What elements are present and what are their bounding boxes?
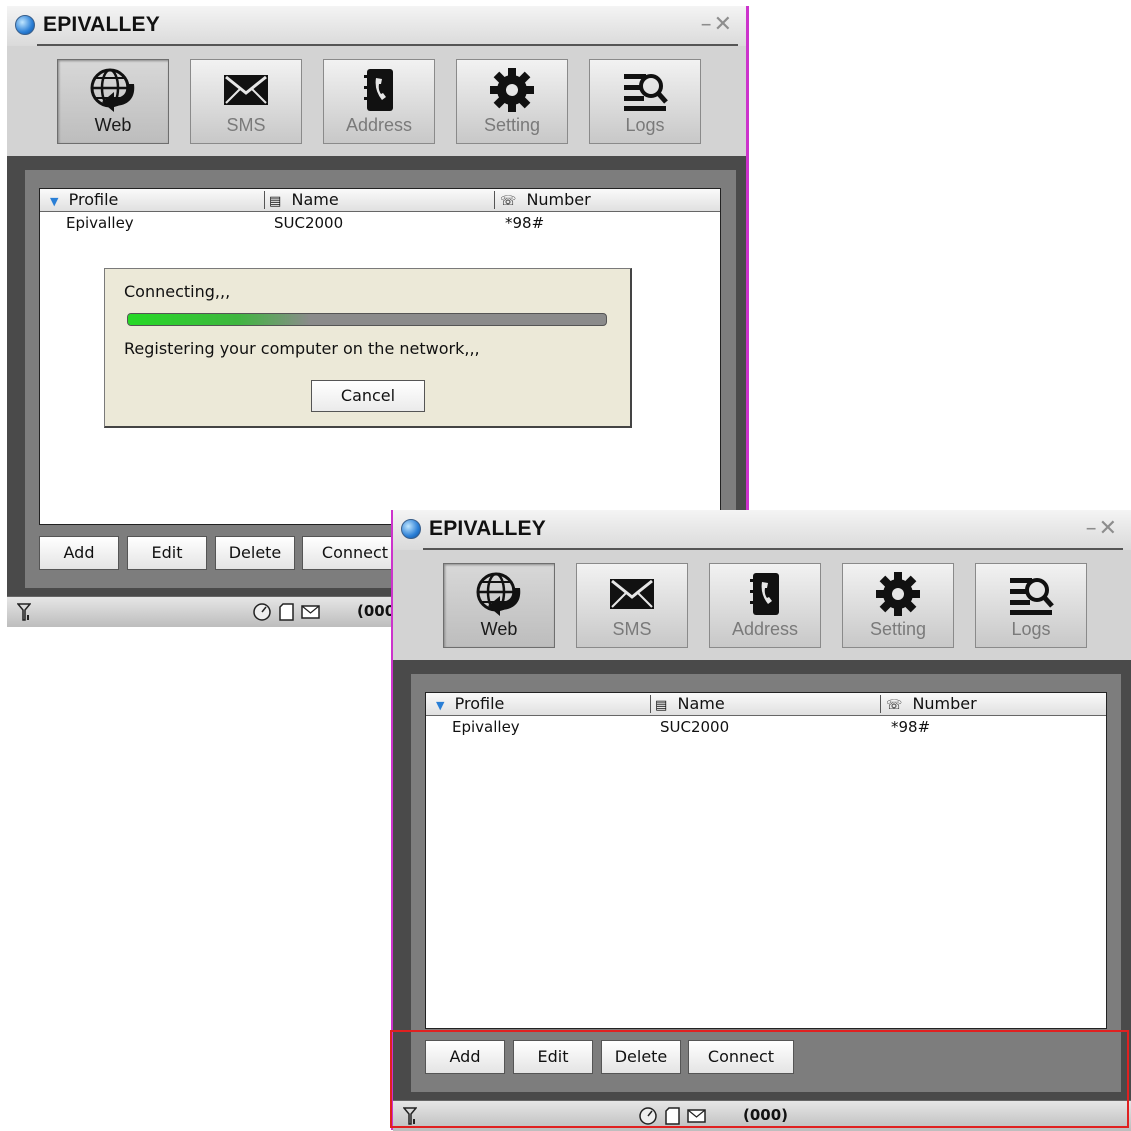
toolbar-address-label: Address <box>731 619 799 639</box>
sort-down-icon: ▼ <box>50 195 59 208</box>
app-globe-icon <box>15 15 35 35</box>
progress-fill <box>128 314 310 325</box>
speed-gauge-icon <box>253 603 271 621</box>
app-title: EPIVALLEY <box>429 517 546 540</box>
number-column-header[interactable]: ☏ Number <box>500 189 591 210</box>
app-globe-icon <box>401 519 421 539</box>
toolbar-setting-label: Setting <box>483 115 541 135</box>
profile-column-header[interactable]: ▼ Profile <box>50 189 118 210</box>
name-column-header[interactable]: ▤ Name <box>269 189 339 210</box>
connection-progress-bar <box>127 313 607 326</box>
toolbar-sms-button[interactable]: SMS <box>576 563 688 648</box>
toolbar-sms-label: SMS <box>612 619 652 639</box>
sim-card-icon <box>279 603 294 621</box>
window-controls[interactable]: –✕ <box>1086 516 1119 541</box>
globe-arrow-icon <box>90 68 135 112</box>
toolbar-setting-button[interactable]: Setting <box>456 59 568 144</box>
title-bar[interactable]: EPIVALLEY –✕ <box>393 510 1131 550</box>
profile-column-header[interactable]: ▼ Profile <box>436 693 504 714</box>
number-cell: *98# <box>891 718 931 736</box>
list-header: ▼ Profile ▤ Name ☏ Number <box>426 693 1106 716</box>
toolbar-setting-button[interactable]: Setting <box>842 563 954 648</box>
card-icon: ▤ <box>269 194 282 209</box>
cancel-button[interactable]: Cancel <box>311 380 425 412</box>
logs-magnifier-icon <box>1010 578 1054 615</box>
profile-cell: Epivalley <box>452 718 520 736</box>
column-separator <box>494 191 495 209</box>
status-icons <box>253 603 320 621</box>
gear-icon <box>490 68 534 112</box>
add-button[interactable]: Add <box>39 536 119 570</box>
globe-arrow-icon <box>476 572 521 616</box>
column-separator <box>880 695 881 713</box>
envelope-icon <box>610 579 654 609</box>
mail-icon <box>301 605 320 619</box>
message-count: (000 <box>357 602 396 620</box>
list-item[interactable]: Epivalley SUC2000 *98# <box>40 212 720 236</box>
close-icon[interactable]: ✕ <box>1099 516 1119 541</box>
toolbar-logs-label: Logs <box>625 115 665 135</box>
phone-icon: ☏ <box>886 698 903 713</box>
toolbar-web-label: Web <box>94 115 132 135</box>
list-header: ▼ Profile ▤ Name ☏ Number <box>40 189 720 212</box>
toolbar-logs-button[interactable]: Logs <box>975 563 1087 648</box>
registering-message: Registering your computer on the network… <box>124 339 480 358</box>
toolbar-logs-label: Logs <box>1011 619 1051 639</box>
signal-antenna-icon <box>17 603 31 621</box>
title-bar[interactable]: EPIVALLEY –✕ <box>7 6 746 46</box>
toolbar-web-button[interactable]: Web <box>57 59 169 144</box>
name-cell: SUC2000 <box>274 214 344 232</box>
minimize-icon[interactable]: – <box>1086 516 1099 541</box>
toolbar-address-button[interactable]: Address <box>709 563 821 648</box>
delete-button[interactable]: Delete <box>215 536 295 570</box>
minimize-icon[interactable]: – <box>701 12 714 37</box>
toolbar-web-label: Web <box>480 619 518 639</box>
gear-icon <box>876 572 920 616</box>
address-book-phone-icon <box>364 69 393 111</box>
toolbar-address-button[interactable]: Address <box>323 59 435 144</box>
connecting-dialog: Connecting,,, Registering your computer … <box>104 268 632 428</box>
close-icon[interactable]: ✕ <box>714 12 734 37</box>
main-toolbar: Web SMS Address Setting Logs <box>393 550 1131 660</box>
edit-button[interactable]: Edit <box>127 536 207 570</box>
envelope-icon <box>224 75 268 105</box>
column-separator <box>264 191 265 209</box>
window-controls[interactable]: –✕ <box>701 12 734 37</box>
main-toolbar: Web SMS Address Setting Logs <box>7 46 746 156</box>
address-book-phone-icon <box>750 573 779 615</box>
toolbar-address-label: Address <box>345 115 413 135</box>
app-title: EPIVALLEY <box>43 13 160 36</box>
phone-icon: ☏ <box>500 194 517 209</box>
card-icon: ▤ <box>655 698 668 713</box>
number-cell: *98# <box>505 214 545 232</box>
name-cell: SUC2000 <box>660 718 730 736</box>
column-separator <box>650 695 651 713</box>
name-column-header[interactable]: ▤ Name <box>655 693 725 714</box>
number-column-header[interactable]: ☏ Number <box>886 693 977 714</box>
list-item[interactable]: Epivalley SUC2000 *98# <box>426 716 1106 740</box>
profile-list[interactable]: ▼ Profile ▤ Name ☏ Number Epivalley SUC2… <box>425 692 1107 1029</box>
toolbar-sms-label: SMS <box>226 115 266 135</box>
connecting-text: Connecting,,, <box>124 282 231 301</box>
toolbar-setting-label: Setting <box>869 619 927 639</box>
toolbar-web-button[interactable]: Web <box>443 563 555 648</box>
toolbar-sms-button[interactable]: SMS <box>190 59 302 144</box>
highlight-box <box>390 1030 1129 1128</box>
toolbar-logs-button[interactable]: Logs <box>589 59 701 144</box>
logs-magnifier-icon <box>624 74 668 111</box>
profile-cell: Epivalley <box>66 214 134 232</box>
sort-down-icon: ▼ <box>436 699 445 712</box>
